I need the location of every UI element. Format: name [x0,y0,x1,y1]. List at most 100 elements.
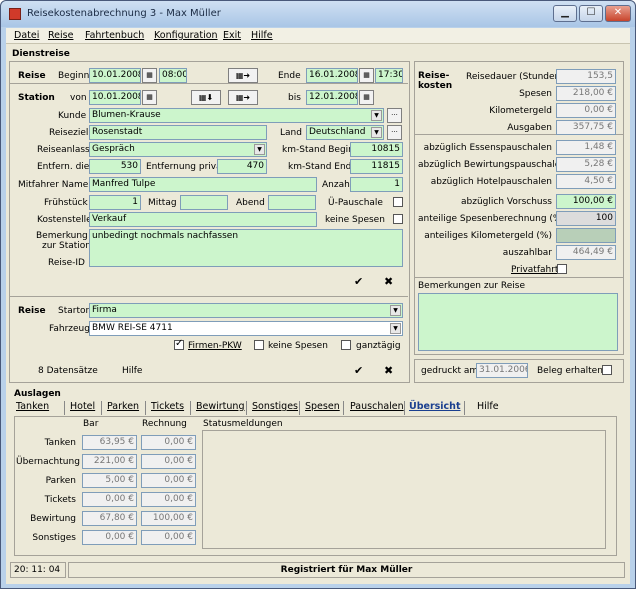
gedruckt-field[interactable]: 31.01.2006 [476,363,528,378]
menu-reise[interactable]: Reise [48,30,73,41]
chevron-down-icon[interactable]: ▼ [371,110,382,121]
keinespesen-checkbox[interactable] [393,214,403,224]
reisekosten-title-2: kosten [418,81,453,91]
tab-tanken[interactable]: Tanken [16,401,49,412]
kmende-field[interactable]: 11815 [350,159,403,174]
menu-datei[interactable]: Datei [14,30,39,41]
kosten-label: auszahlbar [502,248,552,258]
calendar-icon[interactable]: ▦ [359,68,374,83]
ganztaegig-checkbox[interactable] [341,340,351,350]
rechnung-value: 0,00 € [141,530,196,545]
hilfe-link[interactable]: Hilfe [122,366,142,376]
reiseid-label: Reise-ID [48,258,85,268]
tab-uebersicht[interactable]: Übersicht [409,401,461,412]
privatfahrt-checkbox[interactable] [557,264,567,274]
tab-pauschalen[interactable]: Pauschalen [350,401,404,412]
tab-tickets[interactable]: Tickets [151,401,184,412]
more-button[interactable]: ··· [387,108,402,123]
startort-select[interactable]: Firma ▼ [89,303,403,318]
menu-hilfe[interactable]: Hilfe [251,30,273,41]
bemerkung-textarea[interactable]: unbedingt nochmals nachfassen [89,229,403,267]
col-status-header: Statusmeldungen [203,419,283,429]
vorschuss-field[interactable]: 100,00 € [556,194,616,209]
beginn-date-field[interactable]: 10.01.2008 [89,68,141,83]
von-label: von [70,93,87,103]
reiseziel-field[interactable]: Rosenstadt [89,125,267,140]
fahrzeug-select[interactable]: BMW REI-SE 4711 ▼ [89,321,403,336]
menu-exit[interactable]: Exit [223,30,241,41]
land-select[interactable]: Deutschland ▼ [306,125,384,140]
mitfahrer-field[interactable]: Manfred Tulpe [89,177,317,192]
tab-spesen[interactable]: Spesen [305,401,340,412]
privatfahrt-label: Privatfahrt [511,265,559,275]
dienstreise-heading: Dienstreise [12,49,70,59]
copy-date-arrow-icon[interactable]: ▦➜ [228,68,258,83]
calendar-icon[interactable]: ▦ [359,90,374,105]
fruehstueck-field[interactable]: 1 [89,195,141,210]
app-icon [9,8,21,20]
kosten-label: anteilige Spesenberechnung (%) [418,214,565,224]
tab-separator [145,401,146,415]
pauschale-label: Ü-Pauschale [328,198,383,208]
tab-parken[interactable]: Parken [107,401,139,412]
firmenpkw-checkbox[interactable] [174,338,184,350]
ende-date-field[interactable]: 16.01.2008 [306,68,358,83]
kosten-label: abzüglich Essenspauschalen [423,143,552,153]
more-button[interactable]: ··· [387,125,402,140]
mittag-field[interactable] [180,195,228,210]
menu-fahrtenbuch[interactable]: Fahrtenbuch [85,30,144,41]
entfprivat-field[interactable]: 470 [217,159,267,174]
anzahl-label: Anzahl [322,180,353,190]
rechnung-value: 0,00 € [141,473,196,488]
copy-date-arrow-icon[interactable]: ▦➜ [228,90,258,105]
tab-bewirtung[interactable]: Bewirtung [196,401,244,412]
kosten-value: 4,50 € [556,174,616,189]
client-area: Datei Reise Fahrtenbuch Konfiguration Ex… [6,28,630,584]
bemerkungen-textarea[interactable] [418,293,618,351]
tab-separator [464,401,465,415]
pauschale-checkbox[interactable] [393,197,403,207]
abend-label: Abend [236,198,265,208]
spesenanteil-field[interactable]: 100 [556,211,616,226]
kosten-value: 1,48 € [556,140,616,155]
maximize-button[interactable]: ☐ [579,5,603,22]
abend-field[interactable] [268,195,316,210]
bemerkung-label-2: zur Station [42,241,91,251]
calendar-icon[interactable]: ▦ [142,68,157,83]
chevron-down-icon[interactable]: ▼ [254,144,265,155]
beginn-time-field[interactable]: 08:00: [159,68,187,83]
entfdienstl-field[interactable]: 530 [89,159,141,174]
tab-hilfe[interactable]: Hilfe [477,401,499,412]
kmanteil-field[interactable] [556,228,616,243]
kmbeginn-field[interactable]: 10815 [350,142,403,157]
confirm-icon[interactable]: ✔ [354,275,363,288]
tab-hotel[interactable]: Hotel [70,401,95,412]
reiseanlass-select[interactable]: Gespräch ▼ [89,142,267,157]
chevron-down-icon[interactable]: ▼ [390,305,401,316]
station-label: Station [18,93,55,103]
chevron-down-icon[interactable]: ▼ [371,127,382,138]
kunde-select[interactable]: Blumen-Krause ▼ [89,108,384,123]
tab-sonstiges[interactable]: Sonstiges [252,401,298,412]
date-down-arrow-icon[interactable]: ▦⬇ [191,90,221,105]
entfprivat-label: Entfernung privat [146,162,226,172]
status-registered: Registriert für Max Müller [68,562,625,578]
close-button[interactable]: ✕ [605,5,631,22]
von-date-field[interactable]: 10.01.2008 [89,90,141,105]
beleg-checkbox[interactable] [602,365,612,375]
bar-value: 67,80 € [82,511,137,526]
kostenstelle-field[interactable]: Verkauf [89,212,317,227]
chevron-down-icon[interactable]: ▼ [390,323,401,334]
reise-keinespesen-checkbox[interactable] [254,340,264,350]
ende-time-field[interactable]: 17:30: [375,68,403,83]
calendar-icon[interactable]: ▦ [142,90,157,105]
minimize-button[interactable]: ▁ [553,5,577,22]
cancel-icon[interactable]: ✖ [384,364,393,377]
menu-konfiguration[interactable]: Konfiguration [154,30,218,41]
confirm-icon[interactable]: ✔ [354,364,363,377]
anzahl-field[interactable]: 1 [350,177,403,192]
bis-date-field[interactable]: 12.01.2008 [306,90,358,105]
kosten-label: abzüglich Hotelpauschalen [430,177,552,187]
cancel-icon[interactable]: ✖ [384,275,393,288]
kosten-value: 357,75 € [556,120,616,135]
